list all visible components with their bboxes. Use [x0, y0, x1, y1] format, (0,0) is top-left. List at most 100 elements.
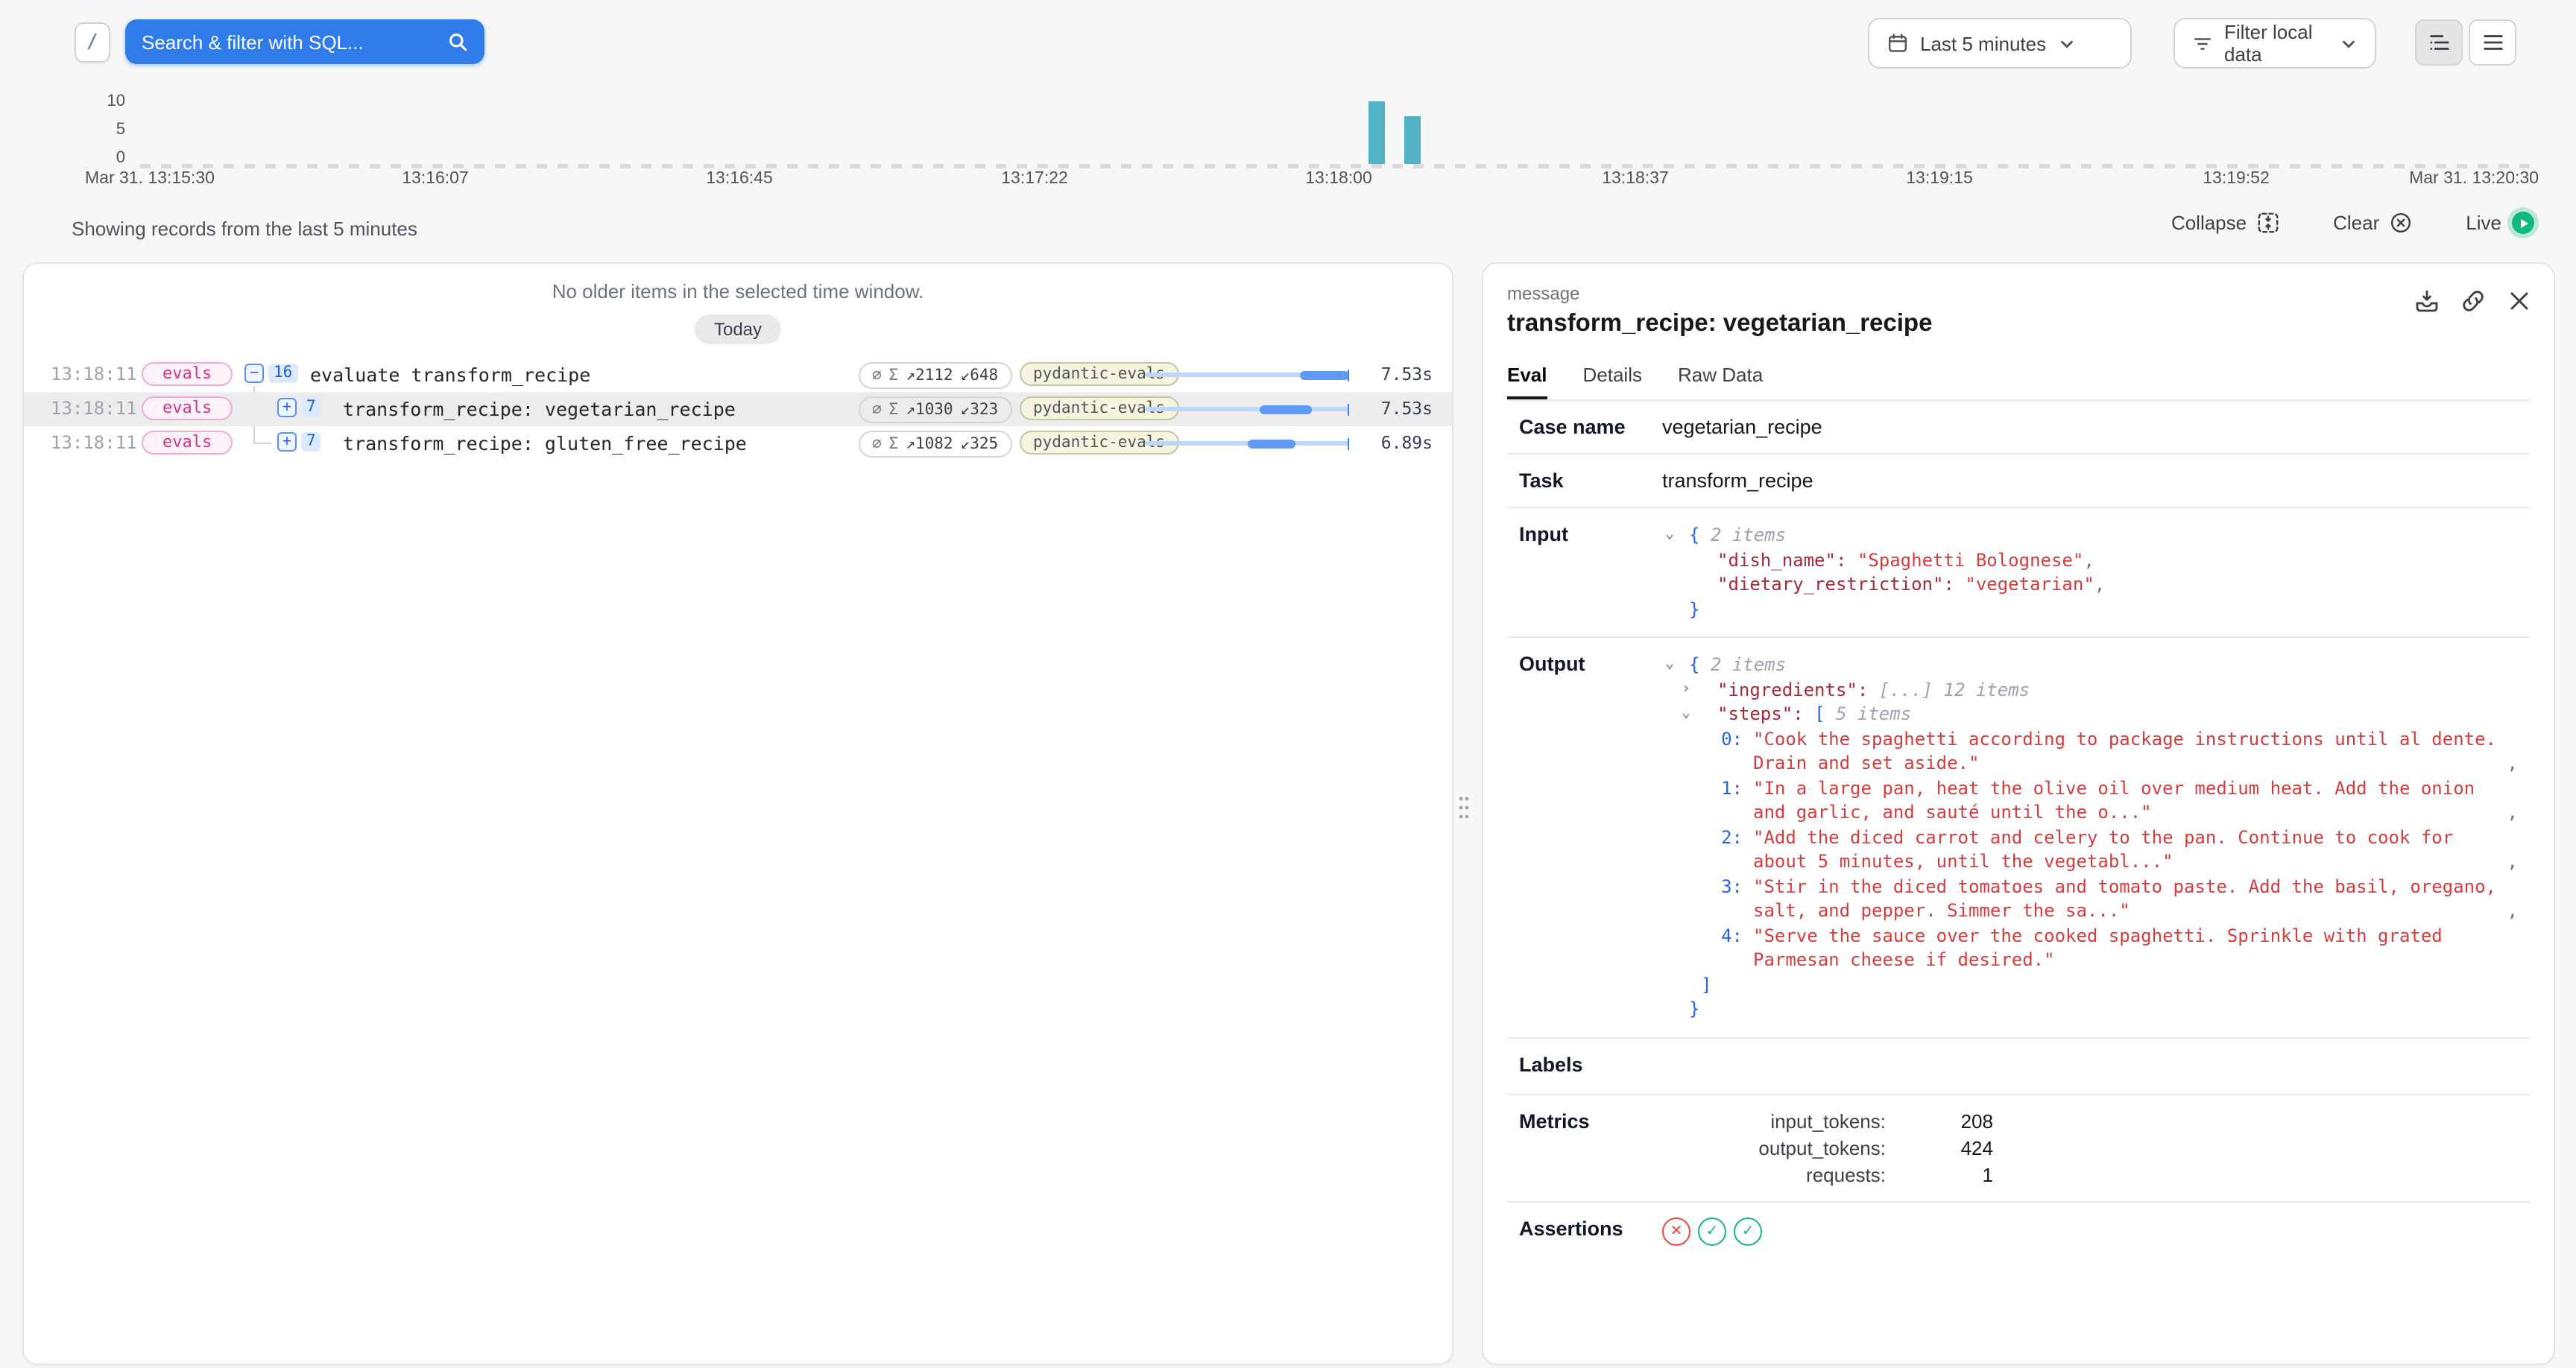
- input-tokens-arrow-icon: ↗: [906, 366, 915, 384]
- items-count-meta: 2 items: [1711, 525, 1786, 545]
- trace-rows: 13:18:11 evals − 16 evaluate transform_r…: [24, 358, 1452, 460]
- time-range-dropdown[interactable]: Last 5 minutes: [1868, 18, 2132, 69]
- expand-collapse-control[interactable]: + 7: [277, 431, 321, 451]
- span-name[interactable]: transform_recipe: gluten_free_recipe: [343, 432, 747, 455]
- output-label: Output: [1519, 653, 1662, 1022]
- metric-value: 1: [1886, 1163, 1993, 1185]
- live-button[interactable]: Live: [2466, 212, 2534, 234]
- comma: ,: [2507, 899, 2518, 923]
- expand-node-icon[interactable]: +: [277, 397, 297, 417]
- x-tick: 13:17:22: [1001, 170, 1068, 188]
- task-label: Task: [1519, 469, 1662, 492]
- token-usage-pill: ⌀ Σ ↗2112 ↙648: [859, 361, 1011, 388]
- collapse-chevron-icon[interactable]: ⌄: [1665, 653, 1674, 677]
- list-controls: Collapse Clear Live: [2171, 212, 2534, 234]
- input-json-viewer: ⌄{ 2 items "dish_name": "Spaghetti Bolog…: [1662, 523, 2518, 621]
- view-toggle-list[interactable]: [2469, 19, 2516, 66]
- expand-chevron-icon[interactable]: ›: [1682, 677, 1690, 702]
- x-tick: Mar 31. 13:15:30: [85, 170, 215, 188]
- input-tokens-arrow-icon: ↗: [906, 400, 915, 418]
- metrics-grid: input_tokens: 208 output_tokens: 424 req…: [1662, 1109, 1993, 1185]
- date-separator-pill: Today: [695, 314, 781, 344]
- items-count-meta: 5 items: [1836, 703, 1911, 724]
- case-name-row: Case name vegetarian_recipe: [1507, 401, 2530, 455]
- output-tokens-arrow-icon: ↙: [961, 366, 970, 384]
- view-toggle-tree[interactable]: [2415, 19, 2463, 66]
- json-key: "dietary_restriction":: [1717, 574, 1954, 595]
- span-name[interactable]: evaluate transform_recipe: [310, 364, 590, 386]
- row-timestamp: 13:18:11: [51, 364, 137, 384]
- x-tick: Mar 31. 13:20:30: [2409, 170, 2539, 188]
- trace-row[interactable]: 13:18:11 evals − 16 evaluate transform_r…: [24, 358, 1452, 392]
- tab-raw-data[interactable]: Raw Data: [1678, 364, 1763, 399]
- detail-tabs: Eval Details Raw Data: [1507, 364, 2530, 399]
- tab-eval[interactable]: Eval: [1507, 364, 1547, 399]
- output-tokens-value: 325: [970, 434, 998, 452]
- close-icon[interactable]: [2506, 288, 2533, 314]
- output-row: Output ⌄{ 2 items ›"ingredients": [...] …: [1507, 638, 2530, 1038]
- collapse-chevron-icon[interactable]: ⌄: [1682, 702, 1690, 726]
- json-key: "steps":: [1717, 703, 1804, 724]
- evals-tag-pill[interactable]: evals: [142, 361, 233, 385]
- copy-link-icon[interactable]: [2460, 288, 2487, 314]
- close-brace: }: [1689, 598, 1699, 619]
- showing-records-text: Showing records from the last 5 minutes: [72, 218, 417, 240]
- histogram-bar: [1368, 101, 1385, 164]
- open-bracket: [: [1814, 703, 1825, 724]
- case-name-label: Case name: [1519, 416, 1662, 438]
- output-json-viewer: ⌄{ 2 items ›"ingredients": [...] 12 item…: [1662, 653, 2518, 1022]
- detail-title: transform_recipe: vegetarian_recipe: [1507, 310, 2530, 338]
- json-key: "ingredients":: [1717, 679, 1868, 700]
- array-index: 4:: [1719, 923, 1743, 972]
- output-tokens-arrow-icon: ↙: [961, 434, 970, 452]
- task-value: transform_recipe: [1662, 469, 1813, 492]
- x-tick: 13:16:45: [706, 170, 773, 188]
- step-text: "Stir in the diced tomatoes and tomato p…: [1753, 874, 2498, 923]
- child-count-badge: 16: [268, 363, 297, 382]
- comma: ,: [2507, 800, 2518, 825]
- expand-collapse-control[interactable]: + 7: [277, 397, 321, 417]
- save-to-drawer-icon[interactable]: [2414, 288, 2440, 314]
- close-brace: }: [1689, 998, 1699, 1019]
- chevron-down-icon: [2340, 35, 2357, 51]
- evals-tag-pill[interactable]: evals: [142, 430, 233, 454]
- span-name[interactable]: transform_recipe: vegetarian_recipe: [343, 398, 736, 420]
- x-tick: 13:18:00: [1305, 170, 1372, 188]
- child-count-badge: 7: [301, 431, 321, 451]
- x-tick: 13:16:07: [402, 170, 469, 188]
- trace-row[interactable]: 13:18:11 evals + 7 transform_recipe: glu…: [24, 426, 1452, 460]
- assertions-label: Assertions: [1519, 1217, 1662, 1245]
- collapsed-array[interactable]: [...]: [1879, 679, 1933, 700]
- tab-details[interactable]: Details: [1583, 364, 1643, 399]
- labels-row: Labels: [1507, 1038, 2530, 1095]
- row-timestamp: 13:18:11: [51, 398, 137, 419]
- trace-row-selected[interactable]: 13:18:11 evals + 7 transform_recipe: veg…: [24, 392, 1452, 426]
- assertions-row: Assertions ✕ ✓ ✓: [1507, 1202, 2530, 1260]
- collapse-icon: [2257, 212, 2279, 234]
- collapse-node-icon[interactable]: −: [244, 363, 264, 382]
- expand-node-icon[interactable]: +: [277, 431, 297, 451]
- search-button[interactable]: Search & filter with SQL...: [125, 19, 484, 64]
- timeline-histogram[interactable]: 10 5 0 Mar 31. 13:15:30 13:16:07 13:16:4…: [0, 86, 2576, 194]
- metric-value: 208: [1886, 1109, 1993, 1132]
- filter-local-data-dropdown[interactable]: Filter local data: [2174, 18, 2376, 69]
- step-text: "In a large pan, heat the olive oil over…: [1753, 776, 2498, 825]
- y-tick: 10: [83, 92, 125, 110]
- input-tokens-value: 1082: [915, 434, 953, 452]
- chevron-down-icon: [2058, 35, 2074, 51]
- filter-icon: [2193, 34, 2212, 53]
- items-count-meta: 12 items: [1944, 679, 2030, 700]
- collapse-button[interactable]: Collapse: [2171, 212, 2279, 234]
- expand-collapse-control[interactable]: − 16: [244, 363, 297, 382]
- panel-resize-handle[interactable]: [1456, 790, 1471, 826]
- evals-tag-pill[interactable]: evals: [142, 396, 233, 419]
- histogram-bar: [1404, 116, 1421, 164]
- record-kind-label: message: [1507, 283, 2530, 304]
- empty-window-notice: No older items in the selected time wind…: [24, 280, 1452, 303]
- search-icon: [447, 31, 468, 52]
- clear-button[interactable]: Clear: [2333, 212, 2412, 234]
- sigma-icon: Σ: [889, 400, 899, 418]
- duration-text: 7.53s: [1381, 364, 1433, 384]
- eval-detail-table: Case name vegetarian_recipe Task transfo…: [1507, 399, 2530, 1260]
- collapse-chevron-icon[interactable]: ⌄: [1665, 523, 1674, 548]
